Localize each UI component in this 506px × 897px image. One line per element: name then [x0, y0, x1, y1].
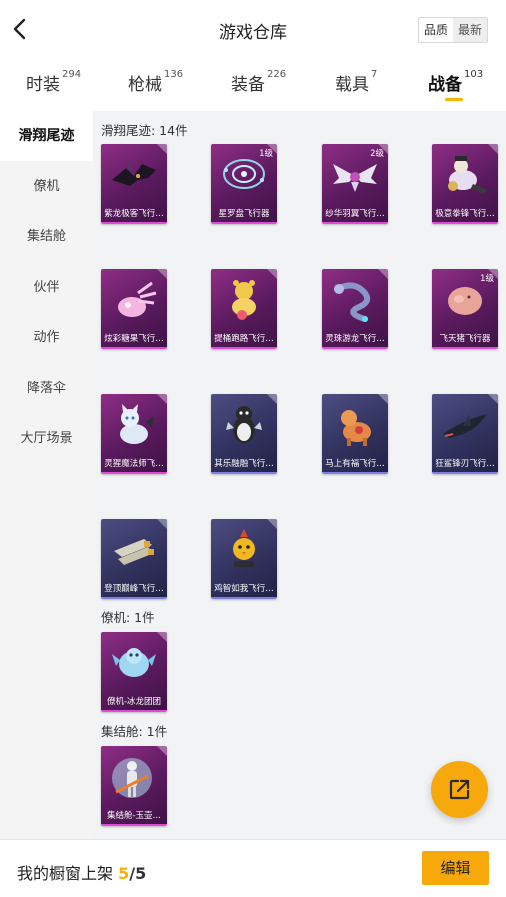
active-tab-indicator: [445, 98, 463, 101]
sidebar-item-emote[interactable]: 动作: [0, 313, 93, 363]
section-title-assembly-pod: 集结舱: 1件: [101, 724, 168, 739]
category-tabs: 时装294 枪械136 装备226 载具7 战备103: [0, 62, 506, 110]
item-grid: 滑翔尾迹: 14件 紫龙极客飞行… 1级 星罗盘飞行器 2级 纱华羽翼飞行… 极…: [93, 111, 506, 841]
section-title-wingman: 僚机: 1件: [101, 610, 155, 625]
ice-dragon-icon: [112, 648, 156, 677]
item-card[interactable]: 2级 纱华羽翼飞行…: [322, 144, 388, 224]
item-card[interactable]: 马上有福飞行…: [322, 394, 388, 474]
item-card[interactable]: 紫龙极客飞行…: [101, 144, 167, 224]
item-card[interactable]: 鸡智如我飞行…: [211, 519, 277, 599]
sidebar-item-wingman[interactable]: 僚机: [0, 162, 93, 212]
sort-quality-button[interactable]: 品质: [419, 18, 453, 42]
item-card[interactable]: 灵猩魔法师飞…: [101, 394, 167, 474]
bat-dragon-icon: [112, 160, 156, 186]
dragon-icon: [334, 282, 371, 322]
sort-toggle: 品质 最新: [417, 17, 488, 43]
edit-button[interactable]: 编辑: [422, 851, 489, 885]
item-card[interactable]: 提桶跑路飞行…: [211, 269, 277, 349]
tab-vehicles[interactable]: 载具7: [335, 69, 377, 95]
item-card[interactable]: 僚机-冰龙团团: [101, 632, 167, 712]
sidebar-item-companion[interactable]: 伙伴: [0, 263, 93, 313]
item-card[interactable]: 集结舱-玉壶…: [101, 746, 167, 826]
sidebar-item-lobby-scene[interactable]: 大厅场景: [0, 414, 93, 464]
star-compass-icon: [223, 159, 265, 189]
sidebar-item-assembly-pod[interactable]: 集结舱: [0, 212, 93, 262]
share-external-icon: [449, 779, 470, 800]
item-card[interactable]: 登顶巅峰飞行…: [101, 519, 167, 599]
tab-equipment[interactable]: 装备226: [231, 69, 286, 95]
jetpack-icon: [114, 539, 154, 565]
fist-cloud-icon: [448, 156, 487, 194]
subcategory-sidebar: 滑翔尾迹 僚机 集结舱 伙伴 动作 降落伞 大厅场景: [0, 111, 93, 841]
chick-icon: [233, 529, 255, 567]
item-card[interactable]: 1级 飞天猪飞行器: [432, 269, 498, 349]
item-card[interactable]: 灵珠游龙飞行…: [322, 269, 388, 349]
item-card[interactable]: 其乐融融飞行…: [211, 394, 277, 474]
sidebar-item-parachute[interactable]: 降落伞: [0, 364, 93, 414]
magic-cat-icon: [120, 404, 154, 444]
top-bar: 游戏仓库 品质 最新: [0, 0, 506, 60]
item-card[interactable]: 狂鲨锋刃飞行…: [432, 394, 498, 474]
flying-pig-icon: [448, 287, 482, 315]
share-button[interactable]: [431, 761, 488, 818]
item-card[interactable]: 极意拳锋飞行…: [432, 144, 498, 224]
tab-guns[interactable]: 枪械136: [128, 69, 183, 95]
showcase-status: 我的橱窗上架 5/5: [17, 864, 147, 883]
tab-battle-prep[interactable]: 战备103: [428, 69, 483, 95]
sidebar-item-glide-trail[interactable]: 滑翔尾迹: [0, 111, 93, 161]
penguin-icon: [226, 406, 262, 443]
showcase-bar: 我的橱窗上架 5/5 编辑: [0, 839, 506, 897]
section-title-glide-trail: 滑翔尾迹: 14件: [101, 123, 188, 138]
tab-fashion[interactable]: 时装294: [26, 69, 81, 95]
pony-icon: [341, 410, 371, 446]
candy-icon: [118, 281, 157, 317]
pod-icon: [112, 758, 152, 798]
shark-jet-icon: [443, 414, 487, 438]
white-wings-icon: [333, 164, 377, 192]
sort-latest-button[interactable]: 最新: [452, 18, 487, 42]
bucket-bear-icon: [232, 280, 256, 320]
item-card[interactable]: 1级 星罗盘飞行器: [211, 144, 277, 224]
item-card[interactable]: 炫彩糖果飞行…: [101, 269, 167, 349]
